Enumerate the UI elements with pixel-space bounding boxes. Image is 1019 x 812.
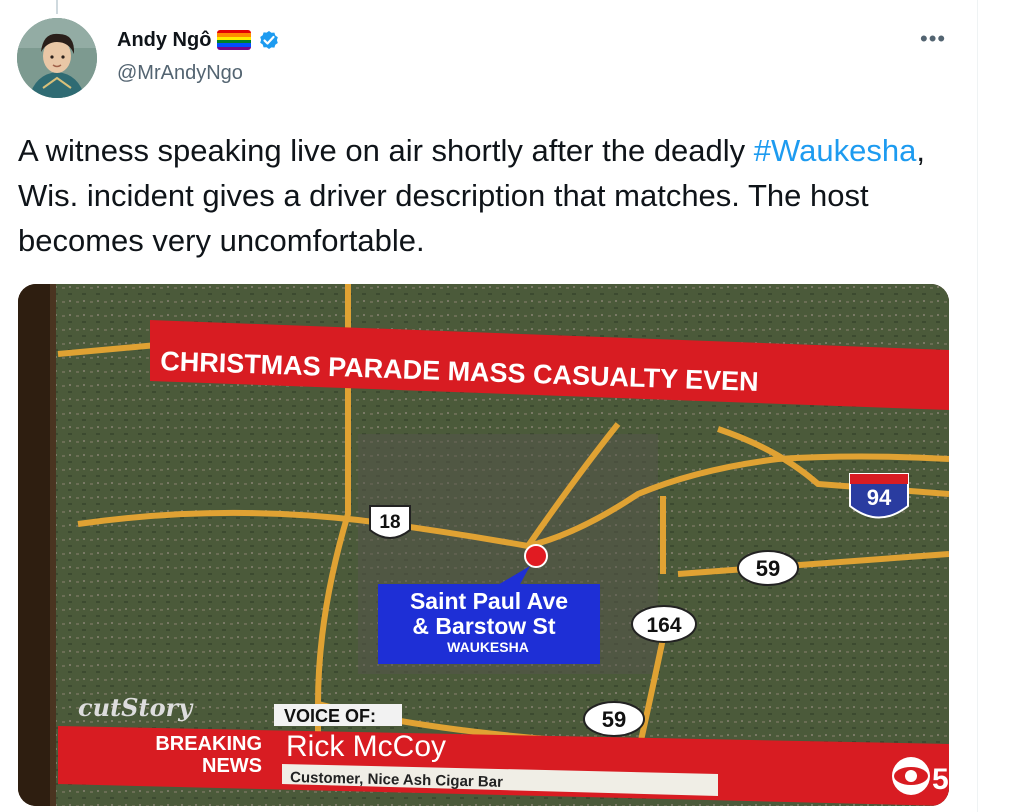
rainbow-flag-icon (217, 30, 252, 50)
verified-badge-icon (260, 31, 279, 49)
tweet-text-before: A witness speaking live on air shortly a… (18, 133, 754, 168)
author-name-row: Andy Ngô (117, 28, 281, 52)
hashtag-link[interactable]: #Waukesha (754, 133, 917, 168)
i-94-label: 94 (867, 485, 892, 510)
i-94-shield: 94 (849, 473, 909, 519)
news-label: NEWS (202, 755, 262, 777)
more-options-icon[interactable]: ••• (920, 26, 946, 52)
location-line-1: Saint Paul Ave (410, 588, 568, 614)
wi-59-shield-upper: 59 (737, 550, 799, 586)
author-display-name[interactable]: Andy Ngô (117, 29, 211, 52)
wi-59-lower-label: 59 (602, 707, 626, 732)
wi-59-shield-lower: 59 (583, 701, 645, 737)
station-number: 5 (932, 763, 949, 796)
location-pin-icon (524, 544, 548, 568)
voice-of-label: VOICE OF: (284, 706, 376, 726)
wi-59-upper-label: 59 (756, 556, 780, 581)
avatar[interactable] (17, 18, 97, 98)
thread-connector-line (56, 0, 58, 14)
author-handle[interactable]: @MrAndyNgo (117, 62, 243, 85)
avatar-illustration (17, 18, 97, 98)
us-18-label: 18 (379, 512, 400, 533)
column-divider (977, 0, 978, 812)
location-line-2: & Barstow St (412, 613, 555, 639)
wi-164-shield: 164 (631, 605, 697, 643)
wi-164-label: 164 (646, 614, 681, 637)
tweet-text: A witness speaking live on air shortly a… (18, 128, 948, 263)
video-frame: CHRISTMAS PARADE MASS CASUALTY EVEN 18 9… (18, 284, 949, 806)
cbs-eye-icon (892, 757, 930, 795)
cutstory-watermark: cutStory (78, 693, 194, 722)
location-line-3: WAUKESHA (447, 639, 529, 655)
breaking-label: BREAKING (155, 733, 262, 755)
speaker-name: Rick McCoy (286, 730, 446, 763)
video-player[interactable]: CHRISTMAS PARADE MASS CASUALTY EVEN 18 9… (18, 284, 949, 806)
us-18-shield: 18 (369, 505, 411, 539)
